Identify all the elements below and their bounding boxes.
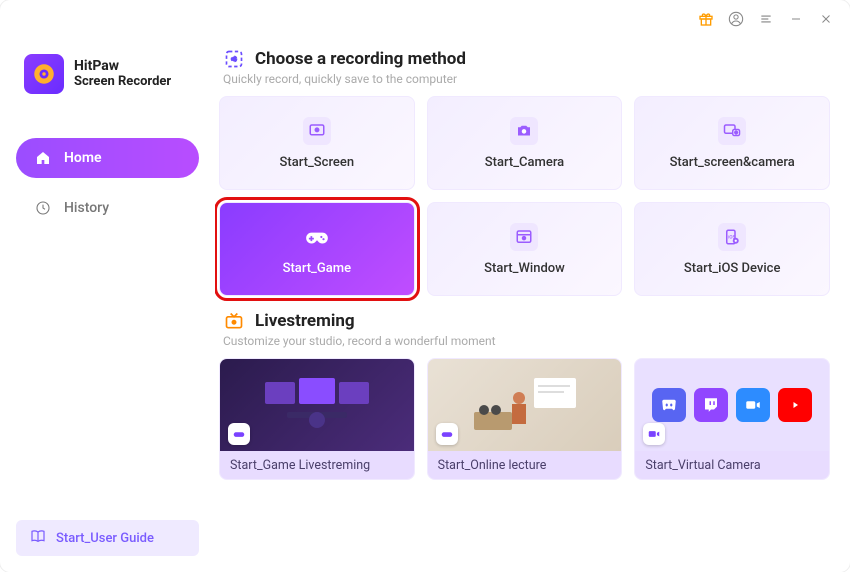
app-name: HitPaw	[74, 58, 171, 74]
menu-icon[interactable]	[758, 11, 774, 27]
card-start-camera[interactable]: Start_Camera	[427, 96, 623, 190]
card-start-game[interactable]: Start_Game	[219, 202, 415, 296]
card-label: Start_Online lecture	[428, 451, 622, 479]
window-icon	[510, 223, 538, 251]
record-target-icon	[223, 48, 245, 70]
section-subtitle: Customize your studio, record a wonderfu…	[223, 334, 830, 348]
clock-icon	[34, 199, 52, 217]
section-title: Livestreming	[255, 311, 355, 331]
card-start-screen-camera[interactable]: Start_screen&camera	[634, 96, 830, 190]
card-label: Start_screen&camera	[670, 155, 795, 170]
gift-icon[interactable]	[698, 11, 714, 27]
recording-section-header: Choose a recording method	[223, 48, 830, 70]
gamepad-icon	[228, 423, 250, 445]
home-icon	[34, 149, 52, 167]
minimize-icon[interactable]	[788, 11, 804, 27]
card-virtual-camera[interactable]: Start_Virtual Camera	[634, 358, 830, 480]
card-online-lecture[interactable]: Start_Online lecture	[427, 358, 623, 480]
sidebar: HitPaw Screen Recorder Home History	[0, 38, 215, 572]
recording-grid: Start_Screen Start_Camera Start_screen&c…	[219, 96, 830, 296]
user-icon[interactable]	[728, 11, 744, 27]
card-label: Start_Game Livestreming	[220, 451, 414, 479]
youtube-icon	[778, 388, 812, 422]
section-subtitle: Quickly record, quickly save to the comp…	[223, 72, 830, 86]
card-highlight-frame: Start_Game	[219, 202, 415, 296]
camera-icon	[643, 423, 665, 445]
discord-icon	[652, 388, 686, 422]
card-label: Start_iOS Device	[684, 261, 781, 276]
section-title: Choose a recording method	[255, 49, 466, 69]
card-label: Start_Virtual Camera	[635, 451, 829, 479]
user-guide-button[interactable]: Start_User Guide	[16, 520, 199, 556]
twitch-icon	[694, 388, 728, 422]
card-start-screen[interactable]: Start_Screen	[219, 96, 415, 190]
screen-icon	[303, 117, 331, 145]
sidebar-item-label: History	[64, 200, 109, 216]
card-label: Start_Game	[283, 261, 351, 276]
card-label: Start_Screen	[280, 155, 355, 170]
card-label: Start_Window	[484, 261, 565, 276]
gamepad-icon	[303, 223, 331, 251]
close-icon[interactable]	[818, 11, 834, 27]
livestream-grid: Start_Game Livestreming Start_Online lec…	[219, 358, 830, 480]
book-icon	[30, 528, 46, 548]
app-subtitle: Screen Recorder	[74, 75, 171, 90]
guide-label: Start_User Guide	[56, 531, 154, 546]
tv-icon	[223, 310, 245, 332]
zoom-icon	[736, 388, 770, 422]
card-game-livestream[interactable]: Start_Game Livestreming	[219, 358, 415, 480]
screen-camera-icon	[718, 117, 746, 145]
gamepad-icon	[436, 423, 458, 445]
card-start-window[interactable]: Start_Window	[427, 202, 623, 296]
sidebar-item-home[interactable]: Home	[16, 138, 199, 178]
livestream-section-header: Livestreming	[223, 310, 830, 332]
card-start-ios[interactable]: iOS Start_iOS Device	[634, 202, 830, 296]
main: Choose a recording method Quickly record…	[215, 38, 850, 572]
logo-icon	[24, 54, 64, 94]
sidebar-item-label: Home	[64, 150, 102, 166]
app-logo: HitPaw Screen Recorder	[16, 48, 199, 112]
titlebar	[0, 0, 850, 38]
sidebar-item-history[interactable]: History	[16, 188, 199, 228]
camera-icon	[510, 117, 538, 145]
card-label: Start_Camera	[485, 155, 564, 170]
ios-icon: iOS	[718, 223, 746, 251]
nav: Home History	[16, 138, 199, 228]
